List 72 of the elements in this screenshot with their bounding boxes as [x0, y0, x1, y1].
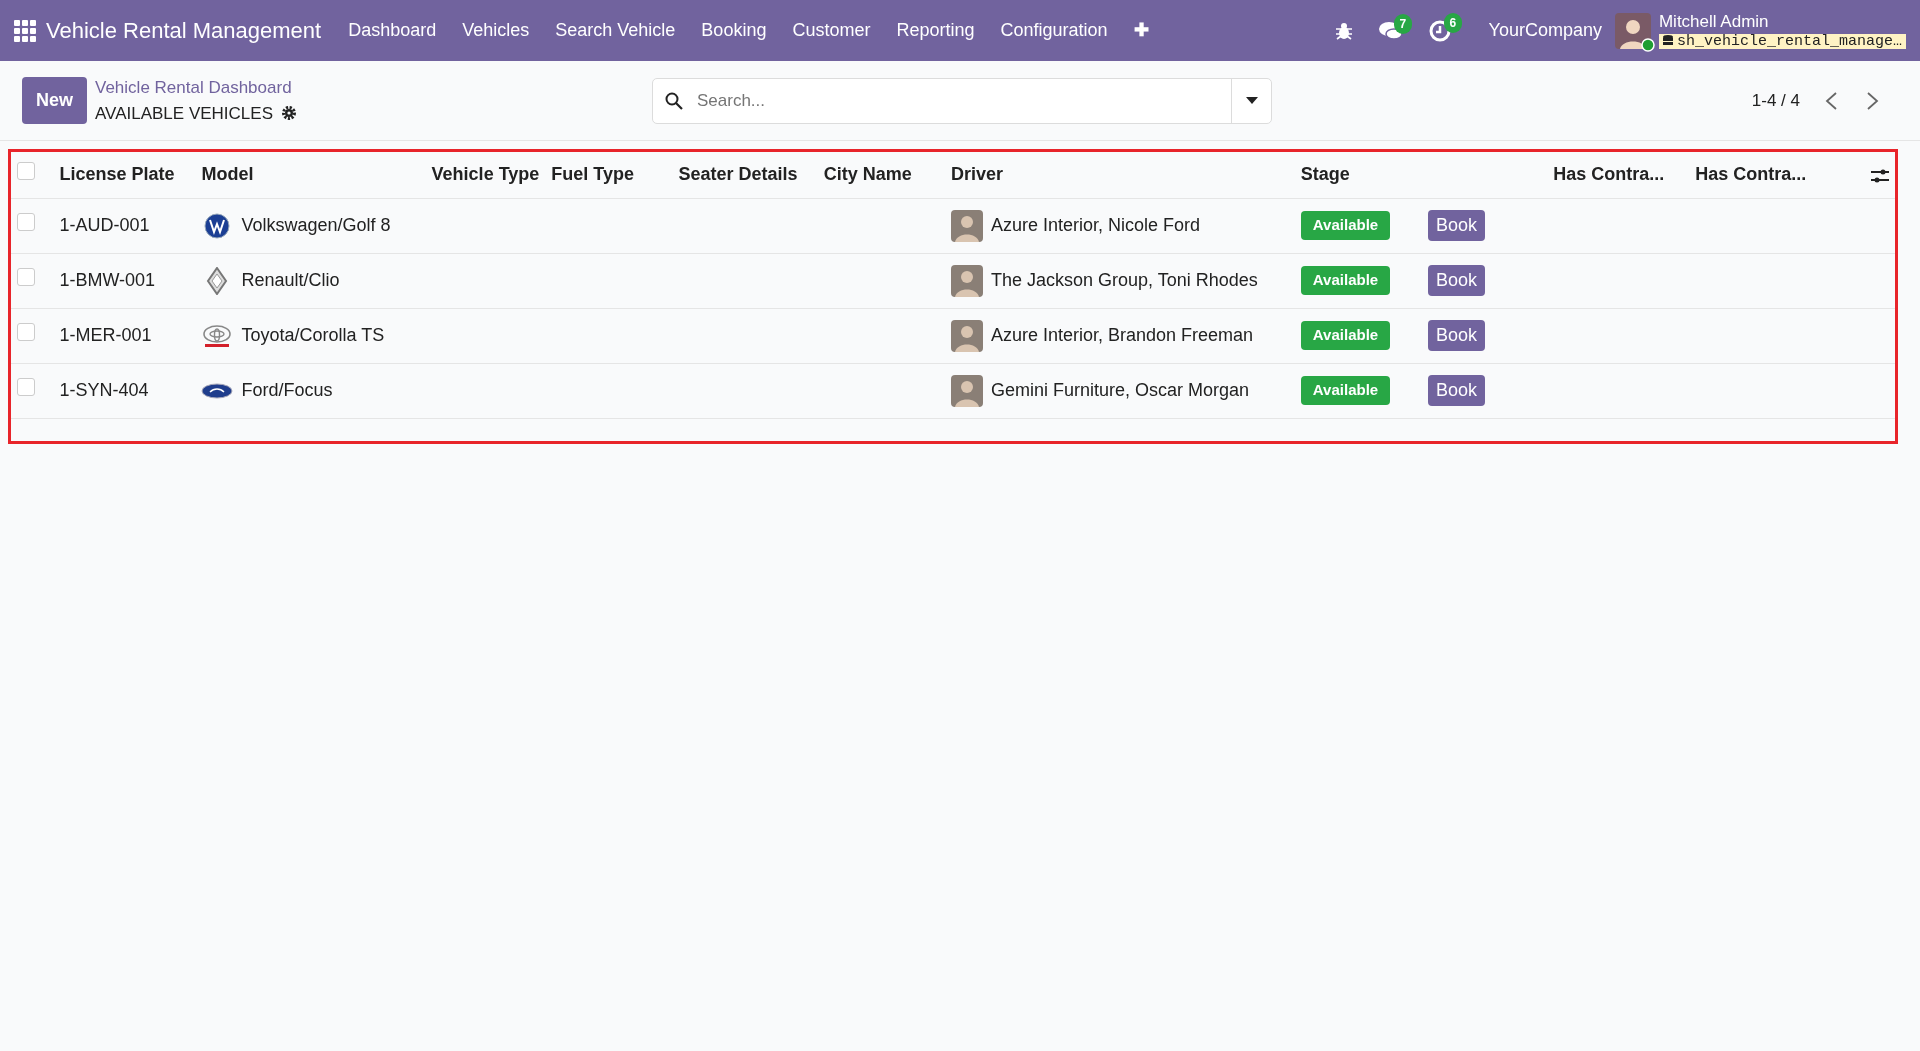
avatar-icon — [951, 319, 983, 352]
avatar-icon — [951, 264, 983, 297]
message-count: 7 — [1393, 13, 1413, 34]
row-checkbox[interactable] — [17, 213, 35, 231]
search-icon — [665, 91, 683, 110]
column-header[interactable]: Seater Details — [678, 164, 798, 185]
column-header[interactable]: City Name — [823, 164, 912, 185]
add-menu-button[interactable]: ✚ — [1120, 17, 1162, 44]
driver-name: Azure Interior, Nicole Ford — [991, 214, 1201, 237]
vehicle-model: Volkswagen/Golf 8 — [241, 214, 391, 237]
menu-item[interactable]: Dashboard — [335, 17, 450, 44]
column-header[interactable]: Fuel Type — [551, 164, 634, 185]
book-button[interactable]: Book — [1428, 210, 1486, 241]
logo-icon — [201, 382, 234, 399]
caret-icon — [1245, 97, 1258, 106]
driver-name: The Jackson Group, Toni Rhodes — [991, 269, 1258, 292]
next-icon[interactable] — [1866, 90, 1880, 111]
column-header[interactable]: Driver — [951, 164, 1003, 185]
column-header[interactable]: License Plate — [59, 164, 175, 185]
menu-item[interactable]: Configuration — [987, 17, 1121, 44]
activity-count: 6 — [1443, 12, 1463, 33]
stage-badge: Available — [1300, 376, 1391, 405]
settings-icon[interactable] — [280, 105, 297, 122]
logo-icon — [201, 324, 234, 347]
book-button[interactable]: Book — [1428, 375, 1486, 406]
bug-icon[interactable] — [1333, 20, 1354, 41]
column-header[interactable]: Has Contra... — [1553, 164, 1665, 185]
license-plate: 1-BMW-001 — [59, 270, 156, 290]
row-checkbox[interactable] — [17, 323, 35, 341]
driver-name: Azure Interior, Brandon Freeman — [991, 324, 1254, 347]
menu-item[interactable]: Reporting — [883, 17, 988, 44]
menu-item[interactable]: Customer — [779, 17, 884, 44]
book-button[interactable]: Book — [1428, 320, 1486, 351]
license-plate: 1-MER-001 — [59, 325, 152, 345]
column-header[interactable]: Stage — [1300, 164, 1350, 185]
stage-badge: Available — [1300, 211, 1391, 240]
vehicle-model: Ford/Focus — [241, 379, 333, 402]
avatar-icon[interactable] — [1614, 12, 1651, 49]
app-title: Vehicle Rental Management — [46, 17, 322, 45]
menu-item[interactable]: Vehicles — [449, 17, 543, 44]
menu-item[interactable]: Booking — [688, 17, 780, 44]
select-all-checkbox[interactable] — [17, 162, 35, 181]
menu-item[interactable]: Search Vehicle — [542, 17, 689, 44]
apps-menu-icon[interactable] — [14, 19, 36, 42]
row-checkbox[interactable] — [17, 378, 35, 396]
avatar-icon — [951, 374, 983, 407]
book-button[interactable]: Book — [1428, 265, 1486, 296]
column-header[interactable]: Vehicle Type — [431, 164, 540, 185]
previous-icon[interactable] — [1824, 90, 1838, 111]
logo-icon — [204, 212, 231, 239]
driver-name: Gemini Furniture, Oscar Morgan — [991, 379, 1250, 402]
column-header[interactable]: Model — [201, 164, 254, 185]
user-name[interactable]: Mitchell Admin — [1658, 12, 1906, 30]
database-name: sh_vehicle_rental_manage… — [1658, 33, 1906, 49]
avatar-icon — [951, 209, 983, 242]
search-field[interactable]: Search... — [652, 77, 1272, 124]
database-icon — [1662, 35, 1673, 47]
license-plate: 1-AUD-001 — [59, 215, 150, 235]
company-switcher[interactable]: YourCompany — [1475, 17, 1615, 44]
clock-icon[interactable] — [1427, 18, 1452, 43]
row-checkbox[interactable] — [17, 268, 35, 286]
page-title: AVAILABLE VEHICLES — [95, 102, 273, 125]
pager-value: 1-4 / 4 — [1751, 89, 1800, 112]
search-input[interactable]: Search... — [695, 86, 1231, 115]
vehicle-model: Renault/Clio — [241, 269, 340, 292]
breadcrumb-link[interactable]: Vehicle Rental Dashboard — [95, 75, 297, 101]
vehicle-model: Toyota/Corolla TS — [241, 324, 385, 347]
stage-badge: Available — [1300, 321, 1391, 350]
column-header[interactable]: Has Contra... — [1695, 164, 1807, 185]
license-plate: 1-SYN-404 — [59, 380, 149, 400]
new-button[interactable]: New — [22, 77, 87, 124]
stage-badge: Available — [1300, 266, 1391, 295]
